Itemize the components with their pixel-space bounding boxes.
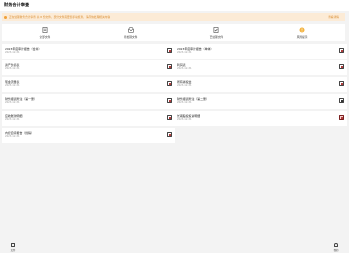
file-date: 2023-12-31 [5,118,20,121]
file-card[interactable]: 2023年度审计报告（合并） 2023-12-31 [2,44,175,59]
info-icon [4,15,7,19]
file-date: 2023-12-31 [5,135,20,138]
file-action-icon[interactable] [339,47,344,53]
file-card[interactable]: 现金流量表 2023-12-31 [2,77,175,92]
file-card[interactable]: 内控自评报告（终稿） 2023-12-31 [2,128,175,143]
page-title: 财务合计审查 [4,2,30,7]
quicknav-item-done[interactable]: 已处理文件 [174,24,260,41]
document-icon [42,27,48,33]
file-card[interactable]: 所有者权益 2023-12-31 [174,77,347,92]
tab-label: 我的 [333,248,339,252]
file-action-icon[interactable] [167,131,172,137]
notice-link[interactable]: 查看详情 [328,15,339,19]
file-card[interactable]: 长期股权投资明细 2023-12-31 [174,111,347,126]
quicknav-label: 待处理文件 [123,35,138,39]
file-date: 2023-12-31 [177,67,192,70]
tab-label: 文件 [10,248,16,252]
bottom-tab-bar: 文件 我的 [0,240,349,253]
checked-document-icon [214,27,219,33]
file-card[interactable]: 2023年度审计报告（单体） 2023-12-31 [174,44,347,59]
quicknav-label: 已处理文件 [209,35,224,39]
tab-files[interactable]: 文件 [9,243,17,252]
file-action-icon[interactable] [339,63,344,69]
file-date: 2023-12-31 [5,84,20,87]
notice-text: 正在处理财务合计审查 共 8 份文件，部分文件需要您手动核查，请尽快处理相关内容 [9,15,111,19]
file-date: 2023-12-31 [177,51,192,54]
file-date: 2023-12-31 [177,101,192,104]
file-card[interactable]: 资产负债表 2023-12-31 [2,60,175,75]
file-action-icon[interactable] [167,114,172,120]
file-action-icon[interactable] [167,97,172,103]
file-date: 2023-12-31 [5,67,20,70]
file-date: 2023-12-31 [177,84,192,87]
file-card[interactable]: 利润表 2023-12-31 [174,60,347,75]
header-bar: 财务合计审查 [0,0,349,11]
notice-banner: 正在处理财务合计审查 共 8 份文件，部分文件需要您手动核查，请尽快处理相关内容… [2,13,345,21]
file-action-icon[interactable] [339,80,344,86]
quicknav-item-pending[interactable]: 待处理文件 [88,24,174,41]
file-date: 2023-12-31 [177,118,192,121]
quicknav-label: 全部文件 [39,35,51,39]
file-card[interactable]: 财务报表附注（第二册） 2023-12-31 [174,94,347,109]
file-icon [11,243,15,248]
warning-icon [299,27,305,33]
file-card[interactable]: 应收账款明细 2023-12-31 [2,111,175,126]
file-action-icon[interactable] [167,47,172,53]
quicknav-item-all[interactable]: 全部文件 [2,24,88,41]
quick-nav: 全部文件 待处理文件 已处理文件 风险提示 [2,24,345,41]
file-action-icon[interactable] [339,114,344,120]
chevron-down-icon[interactable] [23,3,25,5]
tray-icon [127,27,134,33]
file-action-icon[interactable] [339,97,344,103]
user-icon [334,243,338,248]
quicknav-item-risk[interactable]: 风险提示 [259,24,345,41]
file-card[interactable]: 财务报表附注（第一册） 2023-12-31 [2,94,175,109]
file-date: 2023-12-31 [5,101,20,104]
tab-profile[interactable]: 我的 [332,243,340,252]
file-action-icon[interactable] [167,80,172,86]
file-action-icon[interactable] [167,63,172,69]
quicknav-label: 风险提示 [296,35,308,39]
file-date: 2023-12-31 [5,51,20,54]
